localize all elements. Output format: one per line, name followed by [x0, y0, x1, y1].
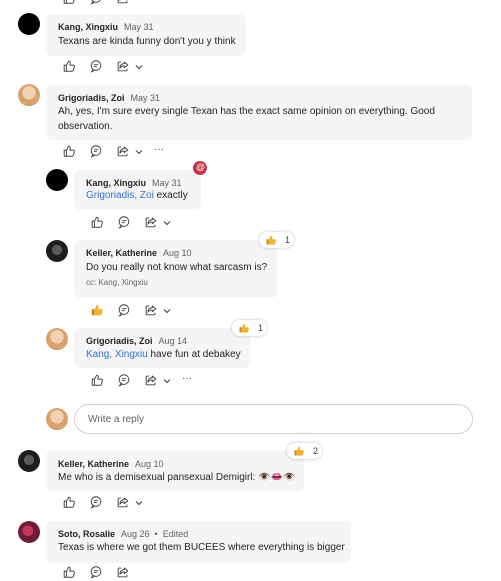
current-user-avatar: [46, 408, 68, 430]
reply-placeholder: Write a reply: [88, 414, 144, 425]
at-mention-glyph: @: [196, 162, 206, 172]
reply-text-body: have fun at debakey: [147, 349, 241, 360]
like-icon[interactable]: [62, 59, 76, 73]
more-icon[interactable]: ···: [182, 373, 192, 384]
comment-text: Texas is where we got them BUCEES where …: [58, 542, 345, 553]
author-name[interactable]: Soto, Rosalie: [58, 529, 115, 539]
avatar[interactable]: [46, 240, 68, 262]
like-icon[interactable]: [62, 144, 76, 158]
comment-meta: Kang, Xingxiu May 31: [58, 22, 154, 32]
share-icon[interactable]: [116, 59, 130, 73]
like-icon[interactable]: [90, 215, 104, 229]
reaction-pill[interactable]: 1: [259, 232, 294, 248]
chevron-down-icon[interactable]: [134, 62, 144, 72]
reply-meta: Grigoriadis, Zoi Aug 14: [86, 336, 187, 346]
share-icon[interactable]: [116, 565, 130, 579]
reply-date: May 31: [152, 178, 182, 188]
comment-actions: [62, 565, 162, 581]
comment-icon[interactable]: [89, 59, 103, 73]
chevron-down-icon[interactable]: [162, 376, 172, 386]
comment-icon[interactable]: [117, 303, 131, 317]
avatar[interactable]: [18, 450, 40, 472]
reaction-count: 1: [258, 323, 264, 333]
author-name[interactable]: Grigoriadis, Zoi: [86, 336, 153, 346]
reply-meta: Keller, Katherine Aug 10: [86, 248, 192, 258]
chevron-down-icon[interactable]: [162, 218, 172, 228]
comment-text-line: observation.: [58, 121, 113, 132]
thumbs-up-icon: [265, 234, 277, 246]
comment-icon[interactable]: [89, 495, 103, 509]
like-icon[interactable]: [62, 0, 76, 5]
chevron-down-icon[interactable]: [162, 306, 172, 316]
comment-meta: Keller, Katherine Aug 10: [58, 459, 164, 469]
reply-text: Do you really not know what sarcasm is?: [86, 262, 268, 273]
comment-actions: [62, 495, 162, 511]
cc-line: cc: Kang, Xingxiu: [86, 278, 148, 287]
comment-actions: ···: [62, 144, 182, 160]
author-name[interactable]: Keller, Katherine: [86, 248, 157, 258]
meta-separator: •: [154, 529, 158, 539]
reply-date: Aug 10: [163, 248, 192, 258]
comment-meta: Grigoriadis, Zoi May 31: [58, 93, 160, 103]
like-icon[interactable]: [62, 495, 76, 509]
mention-link[interactable]: Grigoriadis, Zoi: [86, 190, 154, 201]
like-icon[interactable]: [90, 373, 104, 387]
comment-icon[interactable]: [89, 0, 103, 5]
edited-label: Edited: [162, 529, 189, 539]
reaction-count: 1: [285, 235, 291, 245]
at-mention-icon: @: [193, 161, 207, 175]
share-icon[interactable]: [144, 215, 158, 229]
avatar[interactable]: [18, 13, 40, 35]
comment-date: Aug 10: [135, 459, 164, 469]
avatar[interactable]: [18, 521, 40, 543]
reply-meta: Kang, Xingxiu May 31: [86, 178, 182, 188]
mention-link[interactable]: Kang, Xingxiu: [86, 349, 148, 360]
comment-date: May 31: [124, 22, 154, 32]
comment-date: Aug 26: [121, 529, 150, 539]
more-icon[interactable]: ···: [154, 144, 164, 155]
reaction-count: 2: [313, 446, 319, 456]
comment-actions: [62, 0, 162, 7]
share-icon[interactable]: [116, 144, 130, 158]
reply-actions: [90, 303, 190, 319]
like-icon[interactable]: [62, 565, 76, 579]
share-icon[interactable]: [144, 373, 158, 387]
comment-text-line: Ah, yes, I'm sure every single Texan has…: [58, 106, 435, 117]
comment-icon[interactable]: [89, 144, 103, 158]
reaction-pill[interactable]: 1: [232, 320, 267, 336]
comment-text: Me who is a demisexual pansexual Demigir…: [58, 472, 296, 483]
thumbs-up-icon: [238, 322, 250, 334]
reaction-pill[interactable]: 2: [287, 443, 322, 459]
author-name[interactable]: Kang, Xingxiu: [86, 178, 146, 188]
author-name[interactable]: Kang, Xingxiu: [58, 22, 118, 32]
chevron-down-icon[interactable]: [134, 498, 144, 508]
comment-text: Texans are kinda funny don't you y think: [58, 36, 236, 47]
avatar[interactable]: [46, 328, 68, 350]
thumbs-up-icon: [293, 445, 305, 457]
avatar[interactable]: [46, 169, 68, 191]
avatar[interactable]: [18, 84, 40, 106]
reply-date: Aug 14: [158, 336, 188, 346]
reply-actions: ···: [90, 373, 210, 389]
comment-actions: [62, 59, 162, 75]
reply-text-body: exactly: [153, 190, 188, 201]
comment-icon[interactable]: [89, 565, 103, 579]
reply-input[interactable]: Write a reply: [74, 404, 473, 434]
author-name[interactable]: Keller, Katherine: [58, 459, 129, 469]
share-icon[interactable]: [116, 0, 130, 5]
comment-date: May 31: [130, 93, 161, 103]
chevron-down-icon[interactable]: [134, 147, 144, 157]
like-icon[interactable]: [90, 303, 104, 317]
share-icon[interactable]: [144, 303, 158, 317]
comment-icon[interactable]: [117, 215, 131, 229]
reply-text: Kang, Xingxiu have fun at debakey: [86, 347, 241, 362]
comment-meta: Soto, Rosalie Aug 26 • Edited: [58, 529, 188, 539]
comment-icon[interactable]: [117, 373, 131, 387]
reply-actions: [90, 215, 190, 231]
author-name[interactable]: Grigoriadis, Zoi: [58, 93, 125, 103]
reply-text: Grigoriadis, Zoi exactly: [86, 188, 188, 203]
share-icon[interactable]: [116, 495, 130, 509]
